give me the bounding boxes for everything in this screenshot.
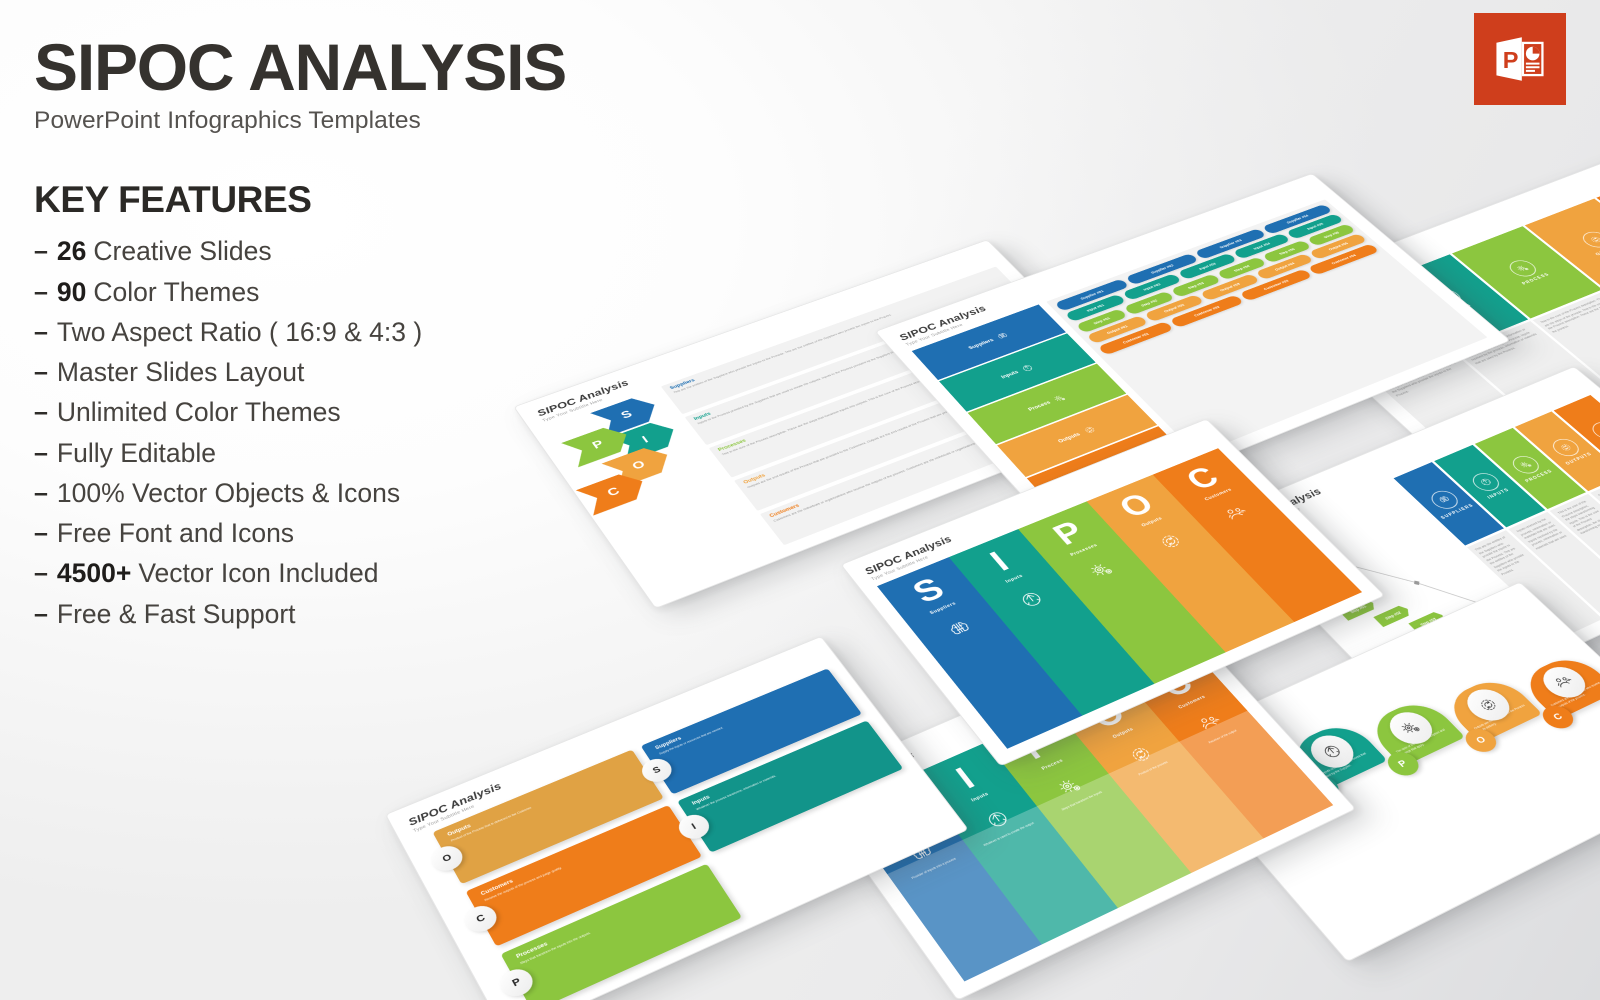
stage-letter-badge[interactable]: O: [426, 841, 467, 875]
category-label: Suppliers: [967, 337, 996, 351]
feature-item: – Free & Fast Support: [34, 594, 674, 634]
feature-label: Creative Slides: [93, 236, 272, 267]
handshake-people-icon: [1219, 501, 1255, 525]
stage-icon: [1219, 501, 1255, 525]
brain-icon: [998, 331, 1012, 339]
process-arrow-icon: [1472, 694, 1503, 716]
bullet-dash: –: [34, 317, 48, 346]
process-arrow-icon: [1152, 529, 1188, 554]
page-title: SIPOC ANALYSIS: [34, 30, 567, 104]
category-label: Inputs: [1000, 369, 1020, 380]
process-arrow-icon: [1123, 741, 1159, 768]
bullet-dash: –: [34, 277, 48, 306]
process-arrow-icon: [1586, 234, 1600, 245]
stage-letter-badge[interactable]: C: [1536, 701, 1580, 733]
handshake-people-icon: [1548, 671, 1579, 693]
chip-row: Step #01 Step #02 Step #03 Step #04 Step #05…: [1075, 223, 1356, 333]
gears-icon: [1052, 773, 1088, 800]
handshake-people-icon: [1596, 425, 1600, 437]
recycle-icon: [1019, 362, 1037, 374]
stage-letter: S: [905, 571, 952, 610]
feature-item: –100% Vector Objects & Icons: [34, 473, 674, 513]
recycle-icon: [1014, 586, 1050, 612]
gears-icon: [1050, 392, 1069, 404]
gears-icon: [1084, 557, 1120, 582]
recycle-icon: [1317, 740, 1348, 763]
intro-panel: SIPOC ANALYSIS PowerPoint Infographics T…: [34, 30, 674, 634]
gears-icon: [1395, 717, 1426, 740]
page-subtitle: PowerPoint Infographics Templates: [34, 107, 421, 135]
bullet-dash: –: [34, 478, 48, 507]
feature-item: – Fully Editable: [34, 433, 674, 473]
feature-label: Two Aspect Ratio ( 16:9 & 4:3 ): [56, 316, 423, 347]
feature-item: –26 Creative Slides: [34, 231, 674, 271]
slide-thumbnail-badge-cards[interactable]: SIPOC Analysis Type Your Subtitle Here O…: [384, 636, 969, 1000]
feature-label: Color Themes: [93, 276, 260, 307]
brain-icon: [1435, 493, 1455, 506]
process-arrow-icon: [1556, 441, 1576, 453]
stage-letter: O: [1111, 487, 1162, 524]
feature-item: – Two Aspect Ratio ( 16:9 & 4:3 ): [34, 312, 674, 352]
feature-label: Fully Editable: [56, 437, 216, 468]
stage-icon: [942, 616, 979, 642]
feature-value: 4500+: [56, 558, 132, 589]
stage-icon: [1052, 773, 1088, 800]
feature-label: Free Font and Icons: [56, 518, 295, 549]
feature-label: Master Slides Layout: [56, 357, 305, 388]
powerpoint-icon: P: [1474, 13, 1566, 105]
bullet-dash: –: [34, 237, 48, 266]
feature-label: 100% Vector Objects & Icons: [56, 477, 401, 508]
category-label: Process: [1026, 399, 1052, 413]
feature-label: Vector Icon Included: [138, 558, 379, 589]
stage-letter: C: [1178, 461, 1227, 496]
feature-value: 26: [56, 236, 87, 267]
stage-icon-ring: [1587, 419, 1600, 443]
feature-item: – Master Slides Layout: [34, 352, 674, 392]
stage-letter: I: [982, 545, 1016, 577]
bullet-dash: –: [34, 519, 48, 548]
stage-icon: [1123, 741, 1159, 768]
svg-text:P: P: [1503, 47, 1519, 73]
stage-icon: [1014, 586, 1050, 612]
stage-icon: [1084, 557, 1120, 582]
handshake-people-icon: [1193, 710, 1229, 736]
stage-letter-badge[interactable]: P: [1381, 748, 1425, 780]
process-arrow-icon: [1081, 424, 1100, 436]
feature-item: –90 Color Themes: [34, 272, 674, 312]
bullet-dash: –: [34, 599, 48, 628]
recycle-icon: [979, 805, 1015, 833]
feature-label: Unlimited Color Themes: [56, 397, 341, 428]
feature-label: Free & Fast Support: [56, 598, 296, 629]
recycle-icon: [1476, 476, 1496, 489]
key-features-list: –26 Creative Slides –90 Color Themes – Two As…: [34, 231, 674, 634]
stage-icon: [1193, 710, 1229, 736]
gears-icon: [1513, 263, 1533, 275]
category-label: Outputs: [1057, 431, 1083, 445]
powerpoint-glyph: P: [1496, 37, 1544, 81]
feature-value: 90: [56, 276, 87, 307]
stage-icon: [979, 805, 1015, 833]
stage-letter-badge[interactable]: P: [495, 964, 538, 1000]
feature-item: – Unlimited Color Themes: [34, 392, 674, 432]
stage-icon-ring: [1577, 229, 1600, 251]
bullet-dash: –: [34, 398, 48, 427]
key-features-heading: KEY FEATURES: [34, 179, 312, 221]
stage-letter: I: [949, 761, 982, 796]
stage-letter: P: [1045, 515, 1092, 551]
stage-letter-badge[interactable]: O: [1459, 724, 1503, 756]
brain-icon: [942, 616, 979, 642]
stage-letter-badge[interactable]: C: [460, 901, 502, 937]
bullet-dash: –: [34, 358, 48, 387]
feature-item: – Free Font and Icons: [34, 513, 674, 553]
feature-item: –4500+ Vector Icon Included: [34, 553, 674, 593]
bullet-dash: –: [34, 438, 48, 467]
gears-icon: [1517, 459, 1537, 472]
bullet-dash: –: [34, 559, 48, 588]
stage-icon: [1152, 529, 1188, 554]
